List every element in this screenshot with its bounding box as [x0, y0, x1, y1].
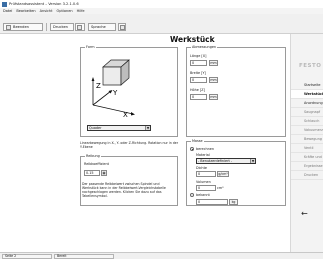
material-select-value: - Benutzerdefiniert -: [198, 159, 233, 163]
print-button[interactable]: Drucken: [50, 23, 74, 31]
friction-coefficient-label: Reibkoeffizient: [84, 162, 109, 166]
dimensions-legend: Abmessungen: [191, 45, 218, 49]
density-label: Dichte: [196, 166, 207, 170]
shape-select-value: Quader: [89, 126, 102, 130]
known-mass-unit[interactable]: kg: [229, 199, 238, 205]
print-icon-button[interactable]: [75, 23, 85, 31]
nav-item-kraefte[interactable]: Kräfte und Momente: [291, 153, 323, 162]
toolbar: Beenden Drucken Sprache: [0, 14, 323, 34]
cuboid-diagram: Z Y X: [91, 59, 135, 119]
chevron-down-icon: ▼: [145, 126, 150, 130]
table-icon-button[interactable]: ▦: [101, 170, 107, 176]
volume-unit: cm³: [217, 186, 224, 190]
known-radio[interactable]: [190, 193, 194, 197]
length-label: Länge [X]: [190, 54, 207, 58]
title-bar: Prüfstandsassistent – Version 3.2.1.0.6: [0, 0, 323, 8]
printer-icon: [77, 24, 82, 30]
window-title: Prüfstandsassistent – Version 3.2.1.0.6: [9, 2, 79, 6]
volume-input: 0: [196, 185, 216, 191]
width-unit[interactable]: mm: [209, 77, 218, 83]
volume-label: Volumen: [196, 180, 211, 184]
length-unit[interactable]: mm: [209, 60, 218, 66]
shape-select[interactable]: Quader ▼: [87, 125, 151, 131]
x-axis-arrow: [131, 112, 135, 116]
nav-item-ventil[interactable]: Ventil: [291, 144, 323, 153]
axis-y-label: Y: [112, 89, 118, 97]
status-bar: Seite 2 Bereit: [0, 252, 323, 259]
calculate-radio[interactable]: [190, 147, 194, 151]
exit-icon: [6, 24, 11, 30]
friction-coefficient-input[interactable]: 0.15: [84, 170, 100, 176]
nav-item-drucken[interactable]: Drucken: [291, 171, 323, 180]
height-label: Höhe [Z]: [190, 88, 205, 92]
back-arrow-icon[interactable]: ←: [301, 209, 308, 218]
nav-item-bewegung[interactable]: Bewegung: [291, 135, 323, 144]
nav-item-schlauch[interactable]: Schlauch: [291, 117, 323, 126]
height-input[interactable]: 0: [190, 94, 207, 100]
form-legend: Form: [85, 45, 96, 49]
length-input[interactable]: 0: [190, 60, 207, 66]
known-label: bekannt: [196, 193, 210, 197]
menu-optionen[interactable]: Optionen: [57, 9, 73, 13]
status-ready: Bereit: [54, 254, 114, 259]
festo-logo: FESTO: [299, 63, 322, 69]
axis-note: Linearbewegung in X-, Y- oder Z-Richtung…: [80, 141, 179, 149]
page-title: Werkstück: [170, 35, 215, 44]
material-select[interactable]: - Benutzerdefiniert - ▼: [196, 158, 256, 164]
axis-z-label: Z: [96, 82, 101, 90]
language-button[interactable]: Sprache: [88, 23, 116, 31]
menu-bearbeiten[interactable]: Bearbeiten: [16, 9, 35, 13]
friction-note: Der passende Reibbeiwert zwischen Spinde…: [82, 182, 166, 198]
width-label: Breite [Y]: [190, 71, 206, 75]
nav-item-startseite[interactable]: Startseite: [291, 81, 323, 90]
nav-item-saugnapf[interactable]: Saugnapf: [291, 108, 323, 117]
print-label: Drucken: [53, 25, 68, 29]
known-mass-input[interactable]: 0: [196, 199, 228, 205]
flag-icon: [120, 24, 125, 30]
z-axis-arrow: [91, 77, 95, 81]
exit-label: Beenden: [13, 25, 29, 29]
language-label: Sprache: [91, 25, 106, 29]
nav-item-ergebnisse[interactable]: Ergebnisse: [291, 162, 323, 171]
cube-front: [102, 66, 122, 86]
friction-legend: Reibung: [85, 154, 101, 158]
axis-x-label: X: [123, 111, 128, 119]
language-icon-button[interactable]: [118, 23, 126, 31]
width-input[interactable]: 0: [190, 77, 207, 83]
calculate-label: berechnen: [196, 147, 215, 151]
nav-item-anordnung[interactable]: Anordnung: [291, 99, 323, 108]
nav-item-werkstueck[interactable]: Werkstück: [291, 90, 323, 99]
material-label: Material: [196, 153, 210, 157]
exit-button[interactable]: Beenden: [3, 23, 43, 31]
mass-legend: Masse: [191, 139, 204, 143]
toolbar-separator: [46, 23, 47, 31]
density-unit[interactable]: g/cm³: [217, 171, 229, 177]
nav-item-vakuumerzeuger[interactable]: Vakuumerzeuger: [291, 126, 323, 135]
menu-datei[interactable]: Datei: [3, 9, 12, 13]
menu-ansicht[interactable]: Ansicht: [40, 9, 53, 13]
height-unit[interactable]: mm: [209, 94, 218, 100]
menu-hilfe[interactable]: Hilfe: [77, 9, 85, 13]
status-page: Seite 2: [2, 254, 52, 259]
y-axis-line: [92, 90, 112, 106]
chevron-down-icon: ▼: [250, 159, 255, 163]
density-input[interactable]: 0: [196, 171, 216, 177]
app-icon: [2, 1, 7, 7]
